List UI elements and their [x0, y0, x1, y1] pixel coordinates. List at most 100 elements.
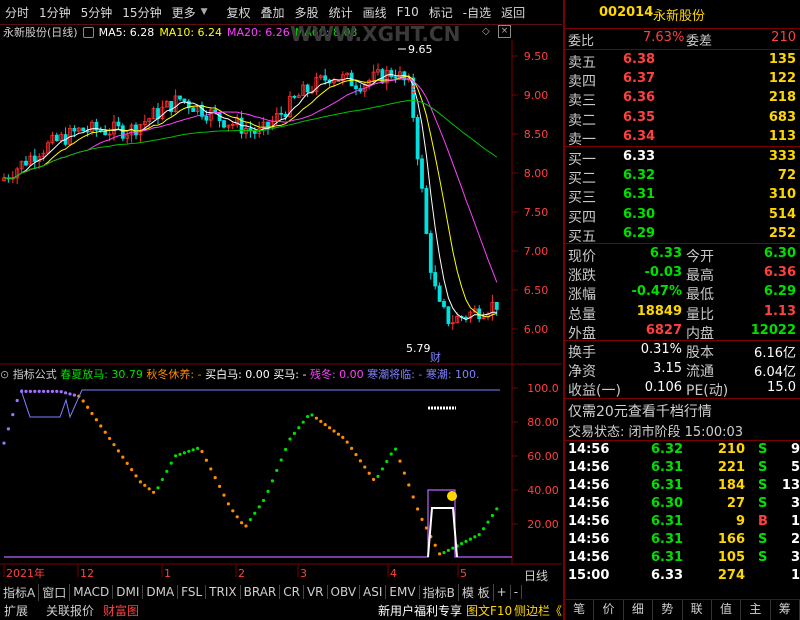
- status-row: 交易状态: 闭市阶段 15:00:03: [565, 421, 800, 440]
- duogu-button[interactable]: 多股: [290, 4, 324, 21]
- sell-volume: 113: [768, 128, 796, 144]
- sell-level-row[interactable]: 卖三 6.36 218: [565, 90, 800, 109]
- indicator-tab[interactable]: 指标A: [0, 583, 40, 601]
- f10-graphic-tab[interactable]: 图文F10: [466, 602, 512, 619]
- f10-button[interactable]: F10: [392, 5, 424, 19]
- tick-price: 6.31: [651, 514, 684, 529]
- indicator-tab[interactable]: DMA: [143, 585, 179, 599]
- indicator-tab[interactable]: ASI: [360, 585, 387, 599]
- tab-fenshi[interactable]: 分时: [0, 4, 34, 21]
- indicator-dot: [306, 414, 310, 419]
- indicator-tab[interactable]: -: [511, 585, 523, 599]
- promo-row[interactable]: 仅需20元查看千档行情: [565, 401, 800, 420]
- indicator-dot: [244, 524, 248, 528]
- buy-level-row[interactable]: 买一 6.33 333: [565, 149, 800, 168]
- tick-price: 6.31: [651, 532, 684, 547]
- indicator-dot: [354, 452, 358, 457]
- panel-button[interactable]: 价: [594, 600, 624, 620]
- sell-level-row[interactable]: 卖二 6.35 683: [565, 110, 800, 129]
- indicator-dot: [200, 449, 204, 454]
- candle-body: [54, 134, 59, 142]
- quote-stat-row: 外盘 6827 内盘 12022: [565, 323, 800, 342]
- indicator-dot: [68, 392, 72, 396]
- back-button[interactable]: 返回: [496, 4, 530, 21]
- indicator-dot: [468, 537, 472, 541]
- indicator-tab[interactable]: EMV: [386, 585, 420, 599]
- wealth-chart-tab[interactable]: 财富图: [103, 602, 139, 619]
- panel-button[interactable]: 笔: [565, 600, 595, 620]
- indicator-dot: [55, 389, 59, 393]
- indicator-tab[interactable]: FSL: [178, 585, 207, 599]
- indicator-dot: [473, 535, 477, 539]
- indicator-dot: [222, 493, 226, 497]
- fuquan-button[interactable]: 复权: [222, 4, 256, 21]
- indicator-tab[interactable]: 窗口: [39, 583, 71, 601]
- panel-button[interactable]: 势: [653, 600, 683, 620]
- x-axis: 2021年 12 1 2 3 4 5: [3, 565, 467, 580]
- biaoji-button[interactable]: 标记: [424, 4, 458, 21]
- panel-button[interactable]: 细: [624, 600, 654, 620]
- indicator-tab[interactable]: +: [494, 585, 511, 599]
- panel-button[interactable]: 筹: [771, 600, 800, 620]
- fund-value: 6.04亿: [754, 365, 796, 380]
- indicator-tab[interactable]: CR: [280, 585, 304, 599]
- tab-15min[interactable]: 15分钟: [117, 4, 166, 21]
- sidebar-toggle[interactable]: 侧边栏《: [514, 602, 562, 619]
- buy-level-row[interactable]: 买二 6.32 72: [565, 168, 800, 187]
- weibi-row: 委比 7.63% 委差 210: [565, 30, 800, 49]
- indicator-tab[interactable]: OBV: [328, 585, 361, 599]
- sell-level-row[interactable]: 卖四 6.37 122: [565, 71, 800, 90]
- newuser-link[interactable]: 新用户福利专享: [378, 602, 462, 619]
- period-label[interactable]: 日线: [524, 567, 548, 584]
- buy-level-row[interactable]: 买四 6.30 514: [565, 207, 800, 226]
- panel-button[interactable]: 联: [683, 600, 712, 620]
- tick-count: 1: [790, 514, 800, 529]
- price-tick-label: 9.00: [524, 89, 549, 102]
- panel-button[interactable]: 主: [741, 600, 771, 620]
- chevron-down-icon[interactable]: ▼: [201, 7, 208, 17]
- tongji-button[interactable]: 统计: [324, 4, 358, 21]
- sell-price: 6.37: [623, 71, 656, 87]
- indicator-name[interactable]: 指标公式: [13, 368, 57, 381]
- indicator-tick-label: 60.00: [527, 450, 559, 463]
- fundamental-row: 收益(一) 0.106 PE(动) 15.0: [565, 380, 800, 399]
- indicator-tab[interactable]: VR: [304, 585, 328, 599]
- tab-more[interactable]: 更多: [167, 4, 201, 21]
- indicator-tab[interactable]: BRAR: [241, 585, 281, 599]
- huaxian-button[interactable]: 画线: [358, 4, 392, 21]
- expand-tab[interactable]: 扩展: [4, 602, 28, 619]
- panel-button[interactable]: 值: [712, 600, 742, 620]
- sell-level-row[interactable]: 卖一 6.34 113: [565, 129, 800, 148]
- quote-stat-row: 总量 18849 量比 1.13: [565, 304, 800, 323]
- indicator-tab[interactable]: DMI: [113, 585, 144, 599]
- price-tick-label: 9.50: [524, 50, 549, 63]
- tick-direction: S: [758, 442, 768, 457]
- promo-text[interactable]: 仅需20元查看千档行情: [568, 401, 712, 421]
- indicator-tab[interactable]: MACD: [70, 585, 114, 599]
- indicator-tab[interactable]: TRIX: [206, 585, 241, 599]
- indicator-tab[interactable]: 指标B: [420, 583, 459, 601]
- stock-title: 002014 永新股份: [565, 5, 800, 24]
- tab-1min[interactable]: 1分钟: [34, 4, 76, 21]
- related-quote-tab[interactable]: 关联报价: [46, 602, 94, 619]
- stat-value: 6827: [645, 322, 682, 338]
- indicator-tab[interactable]: 模 板: [459, 583, 494, 601]
- diejia-button[interactable]: 叠加: [256, 4, 290, 21]
- buy-volume: 310: [768, 187, 796, 203]
- buy-level-row[interactable]: 买三 6.31 310: [565, 187, 800, 206]
- sell-level-row[interactable]: 卖五 6.38 135: [565, 52, 800, 71]
- buy-level-row[interactable]: 买五 6.29 252: [565, 226, 800, 245]
- indicator-dot: [336, 432, 340, 436]
- indicator-dot: [72, 393, 76, 397]
- tab-5min[interactable]: 5分钟: [76, 4, 118, 21]
- buy-price: 6.30: [623, 206, 656, 222]
- zixuan-button[interactable]: -自选: [458, 4, 496, 21]
- settings-icon[interactable]: ⊙: [0, 368, 9, 381]
- ma-lines: [3, 73, 498, 321]
- stat-label: 最低: [686, 287, 714, 304]
- indicator-dot: [416, 507, 420, 511]
- indicator-dot: [407, 483, 411, 487]
- candle-body: [428, 233, 433, 273]
- indicator-dot: [477, 533, 481, 537]
- tick-direction: B: [758, 514, 768, 529]
